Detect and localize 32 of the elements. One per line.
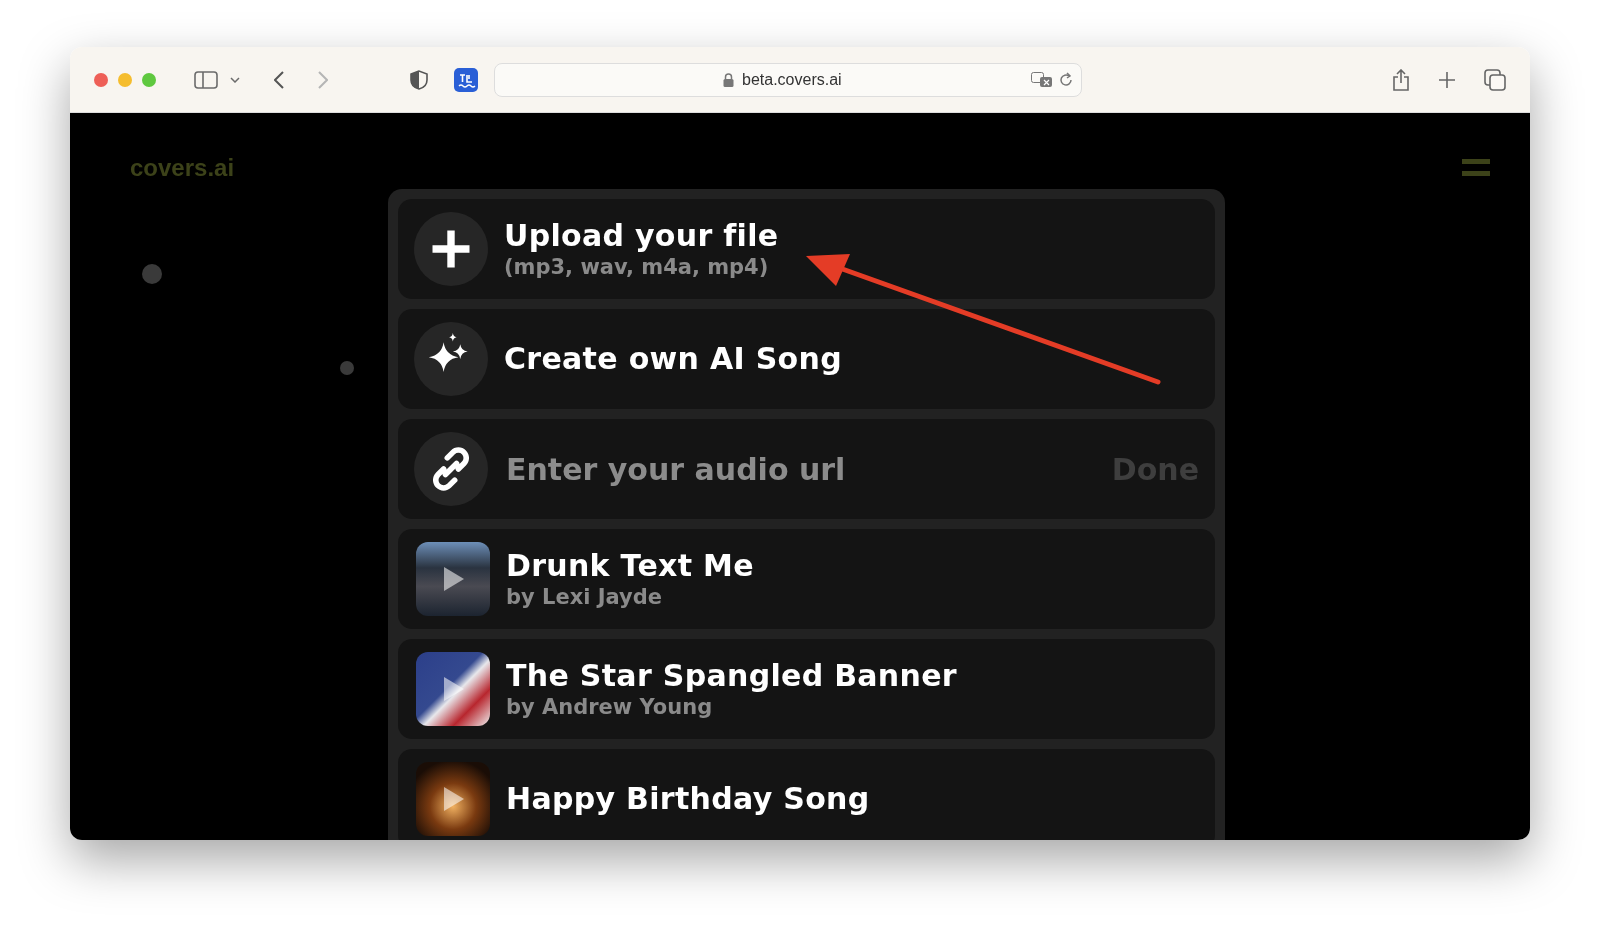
share-icon[interactable]: [1392, 68, 1410, 91]
play-icon: [442, 565, 466, 593]
song-card[interactable]: Happy Birthday Song: [398, 749, 1215, 840]
song-artist: by Andrew Young: [506, 694, 714, 720]
back-icon[interactable]: [274, 70, 284, 89]
play-icon: [442, 785, 466, 813]
reload-icon[interactable]: [1059, 72, 1073, 87]
option-card[interactable]: Create own AI Song: [398, 309, 1215, 409]
shield-icon[interactable]: [410, 69, 428, 90]
translate-icon[interactable]: [1031, 71, 1053, 88]
extension-icon[interactable]: [454, 67, 478, 92]
option-title: Create own AI Song: [504, 341, 842, 377]
song-title: The Star Spangled Banner: [506, 658, 957, 694]
song-title: Happy Birthday Song: [506, 781, 870, 817]
song-card[interactable]: Drunk Text Me by Lexi Jayde: [398, 529, 1215, 629]
chevron-down-icon[interactable]: [230, 76, 240, 83]
song-card[interactable]: The Star Spangled Banner by Andrew Young: [398, 639, 1215, 739]
lock-icon: [723, 72, 734, 87]
url-text: beta.covers.ai: [742, 70, 843, 89]
song-artist: by Lexi Jayde: [506, 584, 663, 610]
option-card[interactable]: Upload your file (mp3, wav, m4a, mp4): [398, 199, 1215, 299]
sidebar-icon[interactable]: [194, 70, 218, 89]
new-tab-icon[interactable]: [1438, 70, 1456, 89]
option-title: Upload your file: [504, 218, 779, 254]
song-title: Drunk Text Me: [506, 548, 754, 584]
background-circle: [142, 264, 162, 284]
background-circle: [340, 361, 354, 375]
tabs-overview-icon[interactable]: [1484, 68, 1506, 91]
option-subtitle: (mp3, wav, m4a, mp4): [504, 254, 770, 280]
window-control-button[interactable]: [94, 72, 108, 87]
address-bar[interactable]: beta.covers.ai: [494, 62, 1082, 97]
play-icon: [442, 675, 466, 703]
